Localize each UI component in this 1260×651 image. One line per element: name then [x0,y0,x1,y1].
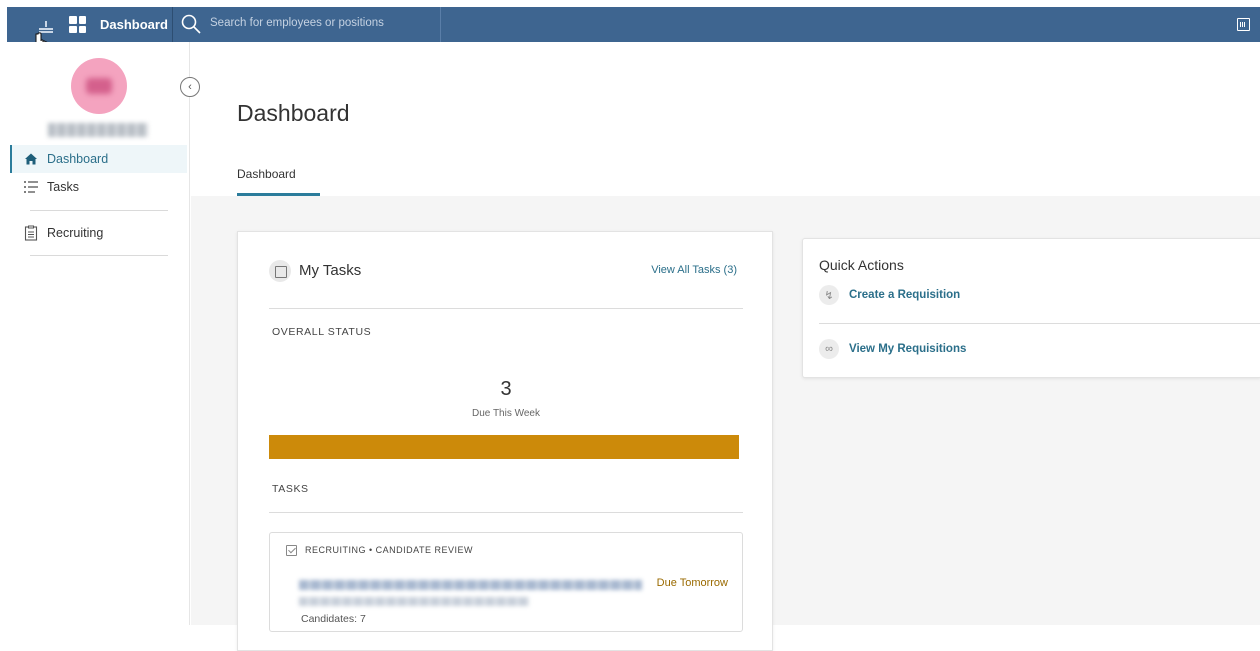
search-icon[interactable] [180,13,202,35]
avatar[interactable] [71,58,127,114]
view-requisitions-link[interactable]: ∞ View My Requisitions [819,339,966,359]
page-title: Dashboard [237,100,350,126]
sidebar: ‹ Dashboard Tasks Recruiting [0,42,200,625]
sidebar-item-label: Tasks [47,180,79,194]
my-tasks-card: My Tasks View All Tasks (3) OVERALL STAT… [237,231,773,651]
dashboard-link[interactable]: Dashboard [100,17,168,32]
sidebar-item-dashboard[interactable]: Dashboard [10,145,187,173]
list-icon [24,181,38,193]
task-due-status: Due Tomorrow [656,577,728,589]
home-icon [25,153,37,165]
quick-action-label: Create a Requisition [849,289,961,301]
sidebar-item-label: Dashboard [47,152,109,166]
sidebar-item-recruiting[interactable]: Recruiting [10,219,187,247]
tab-dashboard[interactable]: Dashboard [237,167,296,181]
task-subtitle-redacted [299,597,529,606]
task-category: RECRUITING • CANDIDATE REVIEW [305,545,473,555]
divider [819,323,1260,324]
clipboard-icon [24,225,38,241]
quick-actions-card: Quick Actions ↯ Create a Requisition ∞ V… [802,238,1260,378]
topbar-divider [172,7,173,42]
create-requisition-link[interactable]: ↯ Create a Requisition [819,285,960,305]
tasks-section-label: TASKS [272,483,309,495]
status-bar [269,435,739,459]
task-candidates-count: Candidates: 7 [301,613,366,625]
sidebar-divider [30,210,168,211]
logo-icon[interactable] [37,15,55,33]
quick-action-label: View My Requisitions [849,343,967,355]
task-title-redacted[interactable] [299,580,642,590]
calendar-icon[interactable] [1237,18,1250,31]
user-name-redacted [48,123,148,137]
due-count-caption: Due This Week [472,408,540,419]
divider [269,512,743,513]
main-content: Dashboard Dashboard My Tasks View All Ta… [191,42,1260,651]
search-divider [440,7,441,42]
search-input[interactable]: Search for employees or positions [210,17,384,29]
divider [269,308,743,309]
my-tasks-title: My Tasks [299,262,362,279]
task-check-icon [286,545,297,556]
task-card[interactable]: RECRUITING • CANDIDATE REVIEW Due Tomorr… [269,532,743,632]
quick-actions-title: Quick Actions [819,257,904,273]
link-icon: ∞ [819,339,839,359]
tasks-icon [269,260,291,282]
sidebar-item-label: Recruiting [47,226,104,240]
due-count: 3 [500,378,512,400]
sidebar-item-tasks[interactable]: Tasks [10,173,187,201]
overall-status-label: OVERALL STATUS [272,326,372,338]
view-all-tasks-link[interactable]: View All Tasks (3) [651,264,737,276]
sidebar-divider [30,255,168,256]
lightning-icon: ↯ [819,285,839,305]
top-navigation-bar: Dashboard Search for employees or positi… [7,7,1260,42]
app-grid-icon[interactable] [69,16,86,33]
